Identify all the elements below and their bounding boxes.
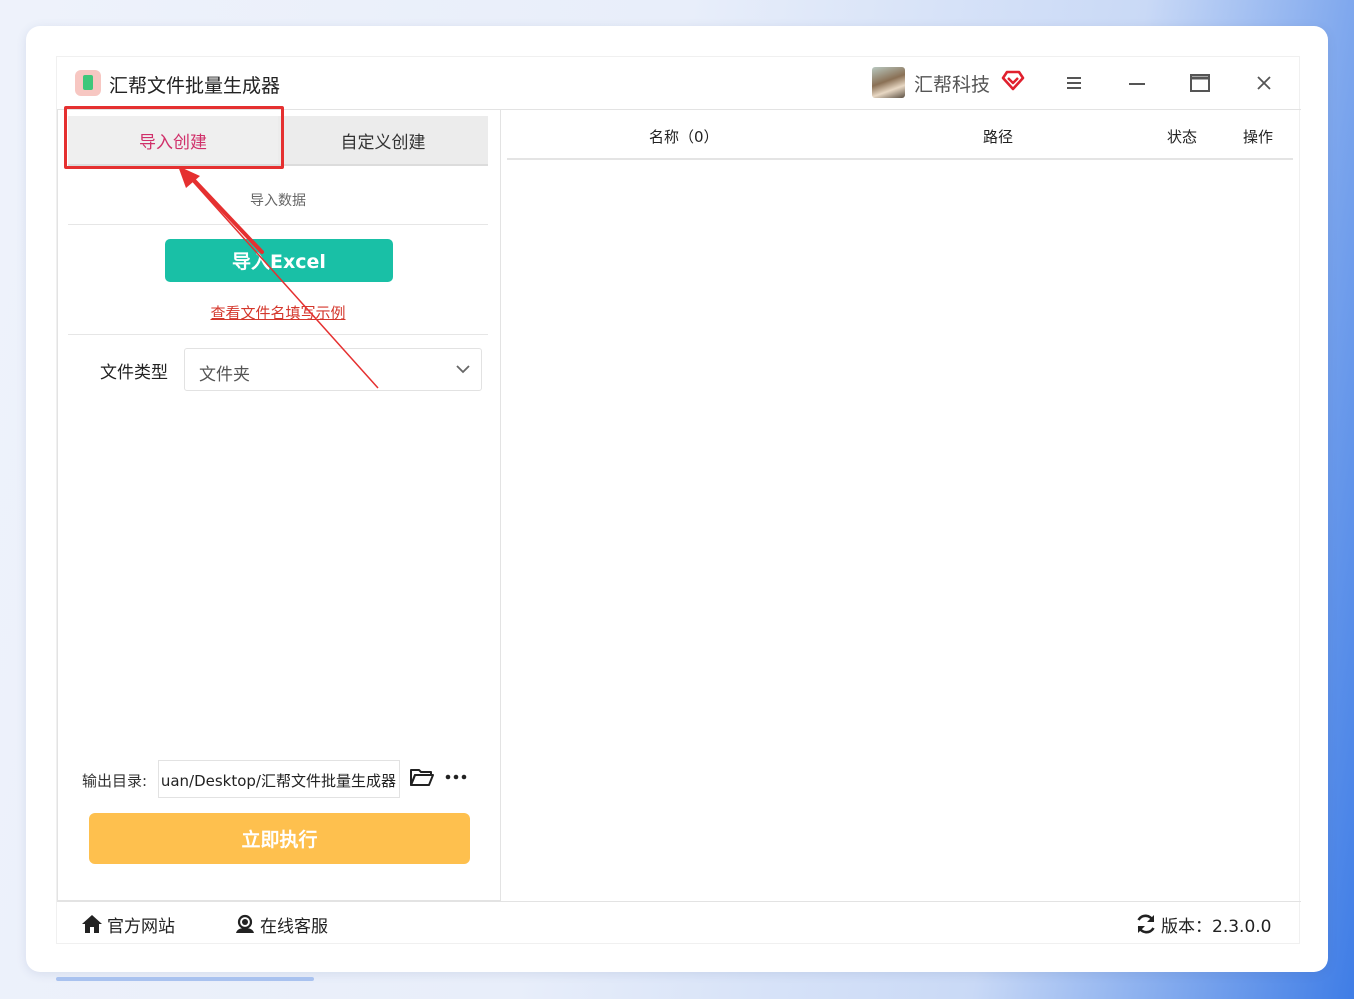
online-service-label: 在线客服 — [260, 916, 328, 937]
divider — [68, 224, 488, 225]
filename-example-link[interactable]: 查看文件名填写示例 — [68, 302, 488, 323]
minimize-icon[interactable] — [1125, 71, 1149, 95]
footer: 官方网站 在线客服 版本：2.3.0.0 — [57, 901, 1301, 945]
column-header-status: 状态 — [1167, 128, 1198, 146]
left-panel: 导入创建 自定义创建 导入数据 导入Excel 查看文件名填写示例 文件类型 文… — [57, 106, 501, 901]
version-label: 版本：2.3.0.0 — [1161, 916, 1272, 937]
annotation-highlight-box — [64, 106, 284, 169]
title-bar: 汇帮文件批量生成器 汇帮科技 — [57, 57, 1301, 109]
home-icon — [82, 915, 102, 933]
file-type-value: 文件夹 — [199, 365, 250, 385]
official-site-label: 官方网站 — [107, 916, 175, 937]
file-type-label: 文件类型 — [100, 363, 168, 383]
divider — [68, 334, 488, 335]
official-site-link[interactable]: 官方网站 — [81, 912, 175, 937]
app-logo-icon — [75, 70, 101, 96]
column-header-path: 路径 — [983, 128, 1014, 146]
refresh-icon — [1137, 914, 1155, 934]
output-dir-field[interactable]: uan/Desktop/汇帮文件批量生成器 — [158, 760, 400, 798]
file-type-select[interactable]: 文件夹 — [184, 348, 482, 391]
avatar[interactable] — [872, 67, 905, 98]
execute-button[interactable]: 立即执行 — [89, 813, 470, 864]
company-name[interactable]: 汇帮科技 — [914, 70, 990, 97]
more-icon[interactable] — [444, 766, 468, 788]
tab-custom-create[interactable]: 自定义创建 — [278, 116, 488, 166]
version-info[interactable]: 版本：2.3.0.0 — [1135, 912, 1272, 937]
taskbar-strip — [56, 977, 314, 981]
import-excel-button[interactable]: 导入Excel — [165, 239, 393, 282]
chevron-down-icon — [456, 365, 470, 374]
app-window: 汇帮文件批量生成器 汇帮科技 导入创建 自定义创建 导入数据 导入Excel 查… — [56, 56, 1301, 945]
folder-open-icon[interactable] — [409, 766, 435, 788]
section-label-import-data: 导入数据 — [250, 193, 306, 209]
column-header-action: 操作 — [1243, 128, 1274, 146]
output-dir-label: 输出目录: — [82, 772, 148, 790]
customer-service-icon — [236, 914, 254, 933]
file-table: 名称（0） 路径 状态 操作 — [501, 109, 1301, 901]
online-service-link[interactable]: 在线客服 — [234, 912, 328, 937]
close-icon[interactable] — [1252, 71, 1276, 95]
menu-icon[interactable] — [1062, 71, 1086, 95]
maximize-icon[interactable] — [1188, 71, 1212, 95]
column-header-name: 名称（0） — [649, 128, 719, 146]
output-dir-value: uan/Desktop/汇帮文件批量生成器 — [160, 772, 396, 790]
table-header-divider — [507, 158, 1293, 160]
app-title: 汇帮文件批量生成器 — [109, 75, 281, 97]
vip-heart-icon[interactable] — [1001, 69, 1025, 91]
